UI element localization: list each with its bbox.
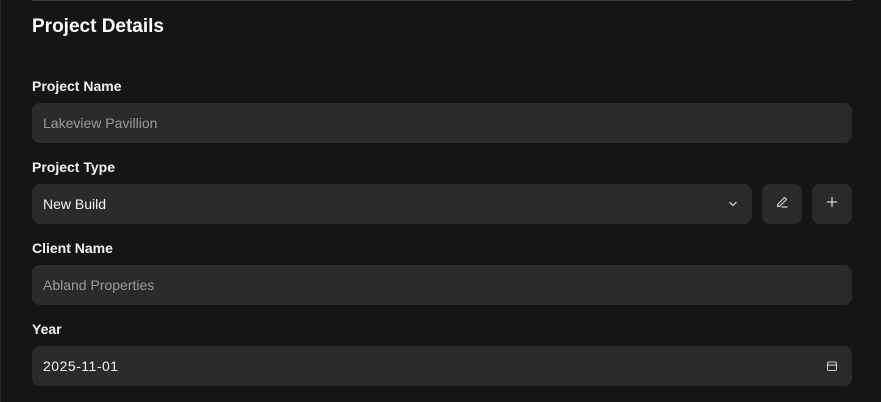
client-name-input[interactable]: Abland Properties xyxy=(32,265,852,305)
project-details-panel: Project Details Project Name Lakeview Pa… xyxy=(0,0,881,402)
year-label: Year xyxy=(32,321,62,337)
project-name-value: Lakeview Pavillion xyxy=(43,115,158,131)
client-name-value: Abland Properties xyxy=(43,277,155,293)
edit-project-type-button[interactable] xyxy=(762,184,802,224)
project-type-select[interactable]: New Build xyxy=(32,184,752,224)
chevron-down-icon xyxy=(728,199,738,209)
project-name-input[interactable]: Lakeview Pavillion xyxy=(32,103,852,143)
project-name-label: Project Name xyxy=(32,78,122,94)
project-type-label: Project Type xyxy=(32,159,115,175)
year-value: 2025-11-01 xyxy=(43,358,119,374)
add-project-type-button[interactable] xyxy=(812,184,852,224)
plus-icon xyxy=(826,195,838,213)
edit-pencil-icon xyxy=(775,195,789,214)
calendar-icon[interactable] xyxy=(826,360,838,372)
top-divider xyxy=(32,0,852,1)
client-name-label: Client Name xyxy=(32,240,113,256)
project-type-value: New Build xyxy=(43,196,107,212)
section-title: Project Details xyxy=(32,16,164,37)
year-date-input[interactable]: 2025-11-01 xyxy=(32,346,852,386)
